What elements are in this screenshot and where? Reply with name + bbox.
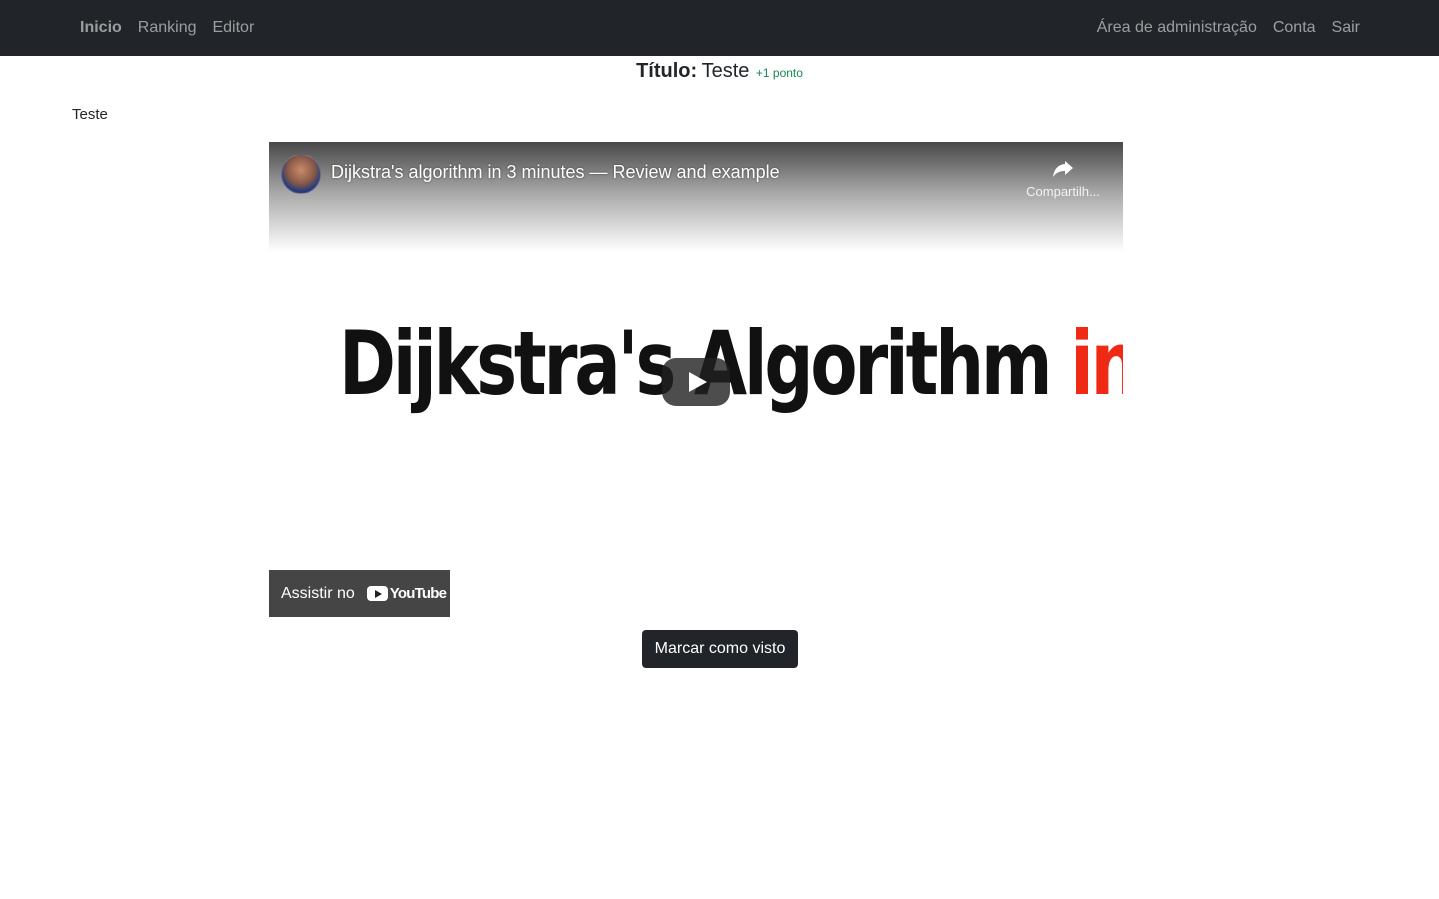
- share-label: Compartilh...: [1026, 184, 1100, 199]
- nav-link-ranking[interactable]: Ranking: [138, 19, 197, 37]
- youtube-wordmark: YouTube: [389, 585, 447, 602]
- thumbnail-text: Dijkstra's Algorithm in 3: [339, 312, 1123, 415]
- nav-link-inicio[interactable]: Inicio: [80, 19, 122, 37]
- title-label: Título:: [636, 60, 698, 82]
- video-header-overlay: Dijkstra's algorithm in 3 minutes — Revi…: [269, 142, 1123, 252]
- top-navbar: Inicio Ranking Editor Área de administra…: [0, 0, 1439, 56]
- points-badge: +1 ponto: [755, 66, 803, 80]
- youtube-logo-icon: YouTube: [366, 585, 447, 602]
- play-icon[interactable]: [662, 358, 730, 406]
- nav-left-group: Inicio Ranking Editor: [80, 0, 254, 56]
- video-title[interactable]: Dijkstra's algorithm in 3 minutes — Revi…: [331, 162, 780, 183]
- nav-link-admin-area[interactable]: Área de administração: [1097, 19, 1257, 37]
- lesson-description: Teste: [72, 106, 108, 123]
- youtube-play-box-icon: [366, 586, 388, 601]
- video-embed[interactable]: Dijkstra's Algorithm in 3 Dijkstra's alg…: [269, 142, 1123, 622]
- mark-as-seen-button[interactable]: Marcar como visto: [642, 630, 798, 668]
- share-button[interactable]: Compartilh...: [1017, 154, 1109, 204]
- channel-avatar[interactable]: [281, 154, 321, 194]
- nav-link-logout[interactable]: Sair: [1332, 19, 1360, 37]
- watch-on-label: Assistir no: [281, 584, 355, 602]
- nav-link-account[interactable]: Conta: [1273, 19, 1316, 37]
- title-value: Teste: [701, 60, 750, 82]
- nav-right-group: Área de administração Conta Sair: [1097, 0, 1360, 56]
- nav-link-editor[interactable]: Editor: [212, 19, 254, 37]
- thumbnail-text-accent: in 3: [1070, 312, 1123, 415]
- lesson-title: Título: Teste +1 ponto: [0, 60, 1439, 83]
- watch-on-youtube-button[interactable]: Assistir no YouTube: [269, 570, 450, 617]
- share-icon: [1053, 161, 1073, 177]
